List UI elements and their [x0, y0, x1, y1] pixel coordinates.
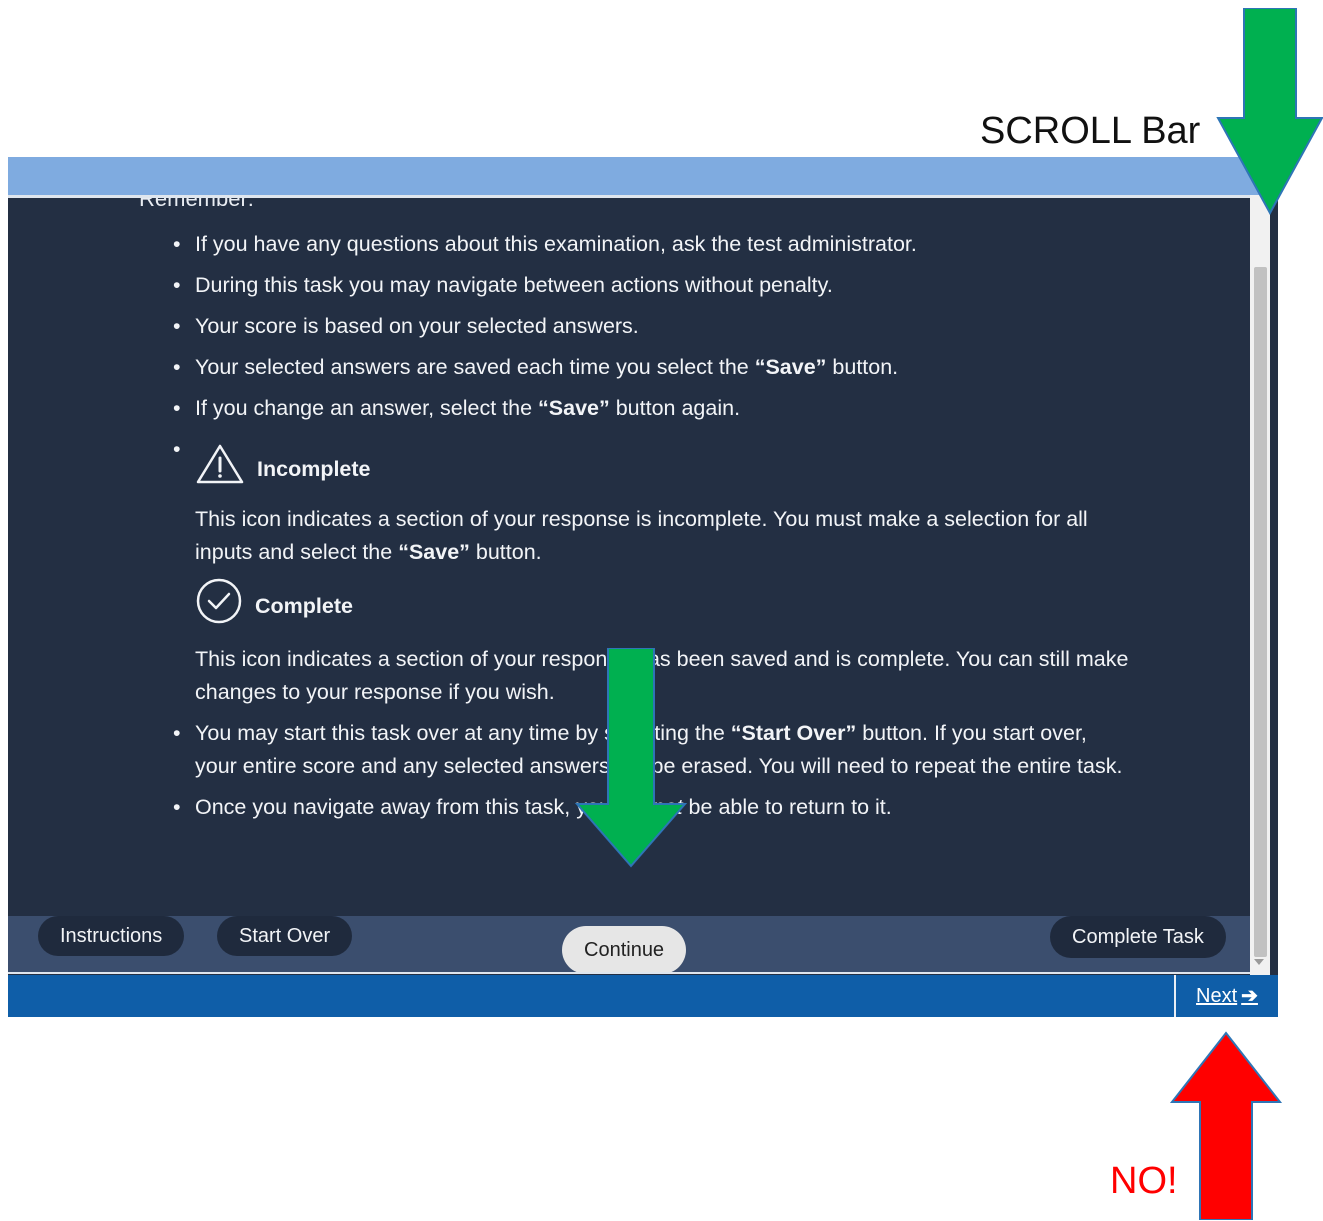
- list-item: Your score is based on your selected ans…: [173, 310, 1133, 343]
- rule-text: be able to return to it.: [682, 795, 892, 819]
- rule-text: Your selected answers are saved each tim…: [195, 355, 755, 379]
- green-down-arrow-icon: [574, 648, 688, 868]
- rule-text: If you have any questions about this exa…: [195, 232, 917, 256]
- complete-task-button[interactable]: Complete Task: [1050, 916, 1226, 958]
- remember-heading: Remember:: [139, 198, 254, 211]
- continue-button[interactable]: Continue: [562, 926, 687, 974]
- top-header-band: [8, 157, 1278, 195]
- next-button[interactable]: Next ➔: [1174, 975, 1278, 1017]
- action-footer: Instructions Start Over Continue Complet…: [8, 916, 1250, 974]
- rule-bold: “Save”: [538, 396, 610, 420]
- next-label: Next: [1196, 985, 1238, 1007]
- rule-text: Your score is based on your selected ans…: [195, 314, 639, 338]
- start-over-button[interactable]: Start Over: [217, 916, 353, 956]
- incomplete-row: Incomplete: [195, 443, 1133, 495]
- no-annotation-label: NO!: [1110, 1160, 1178, 1202]
- arrow-right-icon: ➔: [1241, 985, 1258, 1007]
- footer-divider: [8, 972, 1250, 974]
- complete-label: Complete: [255, 593, 353, 618]
- list-item: During this task you may navigate betwee…: [173, 269, 1133, 302]
- list-item-incomplete: Incomplete This icon indicates a section…: [173, 433, 1133, 569]
- rule-text: During this task you may navigate betwee…: [195, 273, 833, 297]
- warning-triangle-icon: [195, 443, 245, 495]
- instructions-button[interactable]: Instructions: [38, 916, 185, 956]
- scrollbar[interactable]: [1250, 195, 1270, 975]
- check-circle-icon: [195, 577, 243, 635]
- scroll-down-arrow-icon[interactable]: [1254, 959, 1264, 965]
- rule-text: button again.: [609, 396, 741, 420]
- desc-text: button.: [469, 540, 542, 564]
- bottom-navigation-bar: Next ➔: [8, 975, 1278, 1017]
- incomplete-label: Incomplete: [257, 456, 371, 481]
- scrollbar-thumb[interactable]: [1254, 267, 1267, 957]
- complete-row: Complete: [195, 577, 1133, 635]
- rule-bold: “Save”: [754, 355, 827, 379]
- green-down-arrow-icon: [1216, 8, 1323, 216]
- incomplete-description: This icon indicates a section of your re…: [195, 503, 1133, 569]
- list-item: If you have any questions about this exa…: [173, 228, 1133, 261]
- list-item: If you change an answer, select the “Sav…: [173, 392, 1133, 425]
- desc-bold: “Save”: [398, 540, 470, 564]
- list-item: Your selected answers are saved each tim…: [173, 351, 1133, 384]
- rule-bold: “Start Over”: [730, 721, 857, 745]
- exam-window: Remember: If you have any questions abou…: [8, 157, 1278, 1017]
- rule-text: button.: [826, 355, 899, 379]
- red-up-arrow-icon: [1169, 1031, 1283, 1220]
- desc-text: This icon indicates a section of your re…: [195, 507, 1088, 564]
- scroll-bar-annotation-label: SCROLL Bar: [980, 110, 1201, 152]
- rule-text: If you change an answer, select the: [195, 396, 539, 420]
